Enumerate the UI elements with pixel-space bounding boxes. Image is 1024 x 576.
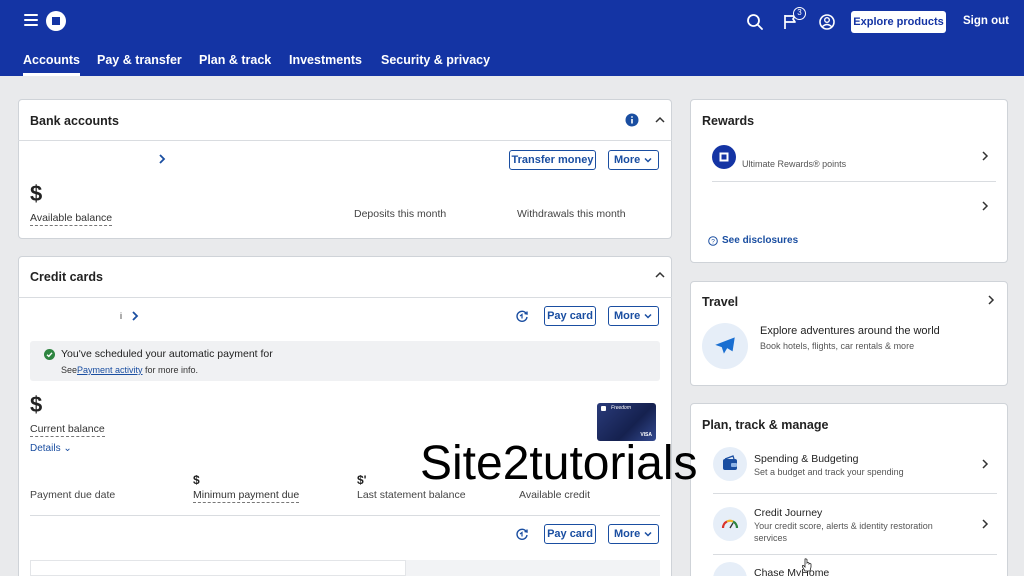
credit-card-image: Freedom VISA	[597, 403, 656, 441]
transfer-money-button[interactable]: Transfer money	[509, 150, 596, 170]
top-bar: 3 Explore products Sign out Accounts Pay…	[0, 0, 1024, 76]
profile-icon[interactable]	[817, 12, 837, 32]
rewards-item-label[interactable]: Ultimate Rewards® points	[742, 159, 846, 169]
credit-journey-title[interactable]: Credit Journey	[754, 507, 822, 519]
chase-myhome-title[interactable]: Chase MyHome	[754, 567, 829, 576]
deposits-label: Deposits this month	[354, 208, 447, 220]
credit-cards-title: Credit cards	[30, 270, 103, 284]
notice-see-text: See	[61, 365, 78, 375]
menu-icon[interactable]	[24, 14, 38, 28]
payment-due-label: Payment due date	[30, 489, 116, 501]
credit-row-divider	[30, 515, 660, 516]
autopay-notice	[30, 341, 660, 381]
chase-logo-icon[interactable]	[46, 11, 66, 31]
pay-card-button-2[interactable]: Pay card	[544, 524, 596, 544]
last-statement-label: Last statement balance	[357, 489, 466, 501]
rewards-title: Rewards	[702, 114, 755, 128]
see-disclosures-link[interactable]: See disclosures	[722, 235, 798, 246]
statement-symbol: $'	[357, 473, 367, 487]
plan-divider-2	[713, 554, 997, 555]
credit-journey-sub: Your credit score, alerts & identity res…	[754, 521, 933, 531]
spending-chevron-icon[interactable]	[979, 458, 991, 470]
svg-text:?: ?	[711, 239, 715, 246]
credit-more-label: More	[614, 310, 641, 322]
credit-account-name: i	[120, 311, 122, 321]
spending-budgeting-sub: Set a budget and track your spending	[754, 467, 904, 477]
collapse-credit-chevron-icon[interactable]	[654, 269, 666, 281]
account-placeholder-left	[30, 560, 406, 576]
wallet-icon	[723, 455, 737, 470]
info-icon[interactable]	[625, 113, 639, 127]
details-chevron-icon: ⌄	[63, 443, 72, 454]
main-nav: Accounts Pay & transfer Plan & track Inv…	[0, 44, 1024, 76]
header-row: 3 Explore products Sign out	[0, 0, 1024, 44]
nav-security-privacy[interactable]: Security & privacy	[381, 53, 490, 67]
rewards-second-chevron-icon[interactable]	[979, 200, 991, 212]
details-label: Details	[30, 443, 61, 454]
account-placeholder-right	[406, 560, 660, 576]
min-payment-symbol: $	[193, 473, 200, 487]
airplane-icon	[715, 337, 735, 354]
available-balance-label[interactable]: Available balance	[30, 212, 113, 226]
nav-accounts[interactable]: Accounts	[23, 53, 80, 76]
nav-plan-track[interactable]: Plan & track	[199, 53, 271, 67]
travel-subtext: Book hotels, flights, car rentals & more	[760, 341, 915, 351]
help-icon: ?	[708, 236, 718, 246]
nav-investments[interactable]: Investments	[289, 53, 362, 67]
chase-rewards-icon	[712, 145, 736, 169]
card-logo-icon	[601, 406, 606, 411]
bank-accounts-title: Bank accounts	[30, 114, 119, 128]
bank-more-button[interactable]: More	[608, 150, 659, 170]
hand-cursor-icon	[801, 558, 812, 572]
autopay-notice-text: You've scheduled your automatic payment …	[61, 348, 273, 360]
credit-gauge-icon	[721, 519, 739, 529]
payment-activity-link[interactable]: Payment activity	[77, 365, 143, 375]
watermark-text: Site2tutorials	[420, 437, 698, 490]
plan-divider-1	[713, 493, 997, 494]
bank-balance-symbol: $	[30, 181, 43, 206]
bank-account-chevron-icon[interactable]	[156, 153, 168, 165]
available-credit-label: Available credit	[519, 489, 591, 501]
credit-more-label-2: More	[614, 528, 641, 540]
credit-divider	[18, 297, 672, 298]
explore-products-button[interactable]: Explore products	[851, 11, 946, 33]
bank-divider	[18, 140, 672, 141]
credit-journey-chevron-icon[interactable]	[979, 518, 991, 530]
pay-card-button[interactable]: Pay card	[544, 306, 596, 326]
travel-headline[interactable]: Explore adventures around the world	[760, 325, 940, 337]
credit-account-chevron-icon[interactable]	[129, 310, 141, 322]
plan-track-title: Plan, track & manage	[702, 418, 829, 432]
withdrawals-label: Withdrawals this month	[517, 208, 626, 220]
nav-pay-transfer[interactable]: Pay & transfer	[97, 53, 182, 67]
credit-journey-sub2: services	[754, 533, 788, 543]
credit-balance-symbol: $	[30, 392, 43, 417]
sign-out-link[interactable]: Sign out	[963, 15, 1009, 27]
spending-budgeting-title[interactable]: Spending & Budgeting	[754, 453, 859, 465]
travel-title: Travel	[702, 295, 739, 309]
search-icon[interactable]	[745, 12, 765, 32]
autopay-icon-2[interactable]	[515, 527, 529, 541]
notice-rest-text: for more info.	[145, 365, 199, 375]
travel-chevron-icon[interactable]	[985, 294, 997, 306]
current-balance-label[interactable]: Current balance	[30, 423, 105, 437]
notification-badge: 3	[793, 7, 806, 20]
bank-more-label: More	[614, 154, 641, 166]
collapse-bank-chevron-icon[interactable]	[654, 114, 666, 126]
success-check-icon	[44, 349, 55, 360]
rewards-item-chevron-icon[interactable]	[979, 150, 991, 162]
min-payment-label[interactable]: Minimum payment due	[193, 489, 300, 503]
credit-more-button-2[interactable]: More	[608, 524, 659, 544]
credit-more-button[interactable]: More	[608, 306, 659, 326]
details-link[interactable]: Details ⌄	[30, 443, 72, 454]
autopay-icon[interactable]	[515, 309, 529, 323]
rewards-divider	[712, 181, 996, 182]
card-brand-text: Freedom	[611, 405, 632, 411]
